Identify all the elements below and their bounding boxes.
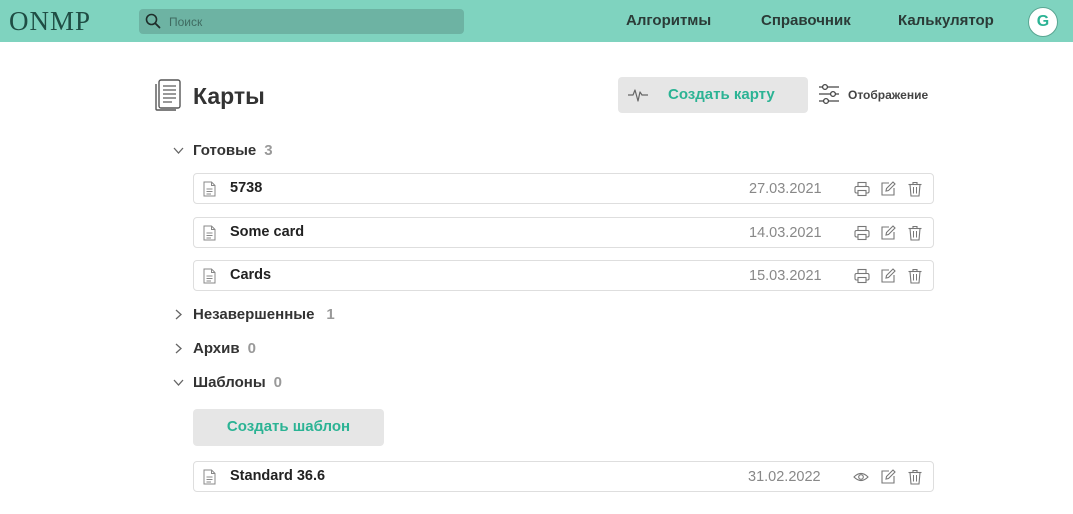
card-date: 14.03.2021 bbox=[749, 225, 822, 241]
top-bar: ONMP Алгоритмы Справочник Калькулятор G bbox=[0, 0, 1073, 42]
card-row[interactable]: Some card 14.03.2021 bbox=[193, 217, 934, 248]
app-logo[interactable]: ONMP bbox=[9, 6, 91, 36]
section-templates-label: Шаблоны bbox=[193, 373, 266, 391]
nav-calculator[interactable]: Калькулятор bbox=[898, 12, 994, 30]
document-icon bbox=[203, 268, 216, 284]
page-title: Карты bbox=[193, 83, 265, 109]
chevron-right-icon bbox=[175, 343, 182, 353]
document-icon bbox=[203, 469, 216, 485]
search-input[interactable] bbox=[169, 9, 459, 34]
edit-icon[interactable] bbox=[880, 225, 896, 241]
document-list-icon bbox=[155, 79, 181, 111]
edit-icon[interactable] bbox=[880, 181, 896, 197]
card-row[interactable]: Cards 15.03.2021 bbox=[193, 260, 934, 291]
create-card-button[interactable]: Создать карту bbox=[618, 77, 808, 113]
section-unfinished-label: Незавершенные bbox=[193, 305, 315, 323]
section-ready-toggle[interactable]: Готовые 3 bbox=[172, 140, 273, 160]
edit-icon[interactable] bbox=[880, 268, 896, 284]
search-box[interactable] bbox=[139, 9, 464, 34]
create-template-label: Создать шаблон bbox=[226, 418, 351, 435]
pulse-icon bbox=[628, 89, 648, 102]
trash-icon[interactable] bbox=[907, 469, 923, 485]
card-name: Some card bbox=[230, 224, 305, 240]
trash-icon[interactable] bbox=[907, 181, 923, 197]
sliders-icon bbox=[819, 83, 839, 105]
section-unfinished-count: 1 bbox=[326, 305, 335, 323]
nav-reference[interactable]: Справочник bbox=[761, 12, 851, 30]
edit-icon[interactable] bbox=[880, 469, 896, 485]
chevron-down-icon bbox=[173, 379, 184, 386]
create-template-button[interactable]: Создать шаблон bbox=[193, 409, 384, 446]
section-archive-toggle[interactable]: Архив 0 bbox=[172, 338, 256, 358]
chevron-right-icon bbox=[175, 309, 182, 319]
card-row[interactable]: 5738 27.03.2021 bbox=[193, 173, 934, 204]
section-unfinished-toggle[interactable]: Незавершенные 1 bbox=[172, 304, 335, 324]
document-icon bbox=[203, 181, 216, 197]
section-archive-count: 0 bbox=[247, 339, 256, 357]
card-name: Cards bbox=[230, 267, 272, 283]
print-icon[interactable] bbox=[854, 181, 870, 197]
print-icon[interactable] bbox=[854, 225, 870, 241]
search-icon bbox=[145, 13, 161, 29]
eye-icon[interactable] bbox=[853, 469, 869, 485]
template-name: Standard 36.6 bbox=[230, 468, 326, 484]
print-icon[interactable] bbox=[854, 268, 870, 284]
template-date: 31.02.2022 bbox=[748, 469, 821, 485]
user-avatar[interactable]: G bbox=[1028, 7, 1058, 37]
section-templates-toggle[interactable]: Шаблоны 0 bbox=[172, 372, 282, 392]
card-date: 15.03.2021 bbox=[749, 268, 822, 284]
trash-icon[interactable] bbox=[907, 268, 923, 284]
create-card-label: Создать карту bbox=[668, 86, 775, 103]
section-ready-count: 3 bbox=[264, 141, 273, 159]
section-ready-label: Готовые bbox=[193, 141, 257, 159]
document-icon bbox=[203, 225, 216, 241]
section-archive-label: Архив bbox=[193, 339, 240, 357]
display-settings-button[interactable]: Отображение bbox=[818, 83, 938, 107]
trash-icon[interactable] bbox=[907, 225, 923, 241]
display-settings-label: Отображение bbox=[848, 88, 929, 102]
template-row[interactable]: Standard 36.6 31.02.2022 bbox=[193, 461, 934, 492]
nav-algorithms[interactable]: Алгоритмы bbox=[626, 12, 711, 30]
chevron-down-icon bbox=[173, 147, 184, 154]
card-date: 27.03.2021 bbox=[749, 181, 822, 197]
section-templates-count: 0 bbox=[273, 373, 283, 391]
card-name: 5738 bbox=[230, 180, 263, 196]
